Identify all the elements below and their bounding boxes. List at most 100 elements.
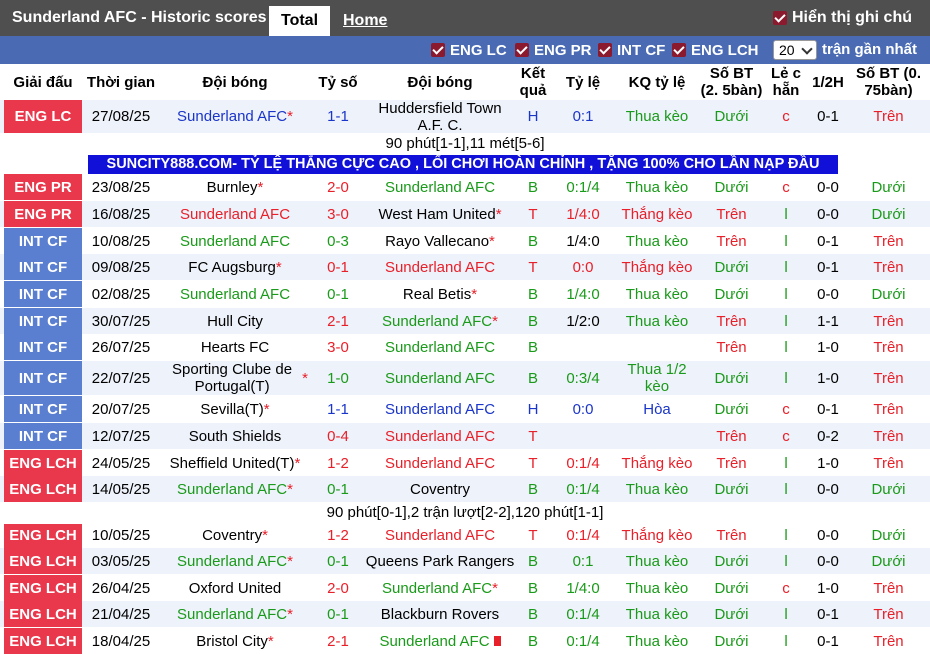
away-team[interactable]: Sunderland AFC xyxy=(366,361,514,395)
away-team[interactable]: Huddersfield Town A.F. C. xyxy=(366,100,514,134)
match-score[interactable]: 3-0 xyxy=(310,334,366,360)
checkbox-icon[interactable] xyxy=(598,43,612,57)
home-team[interactable]: Oxford United xyxy=(160,575,310,601)
home-team[interactable]: Sporting Clube de Portugal(T) * xyxy=(160,361,310,395)
checkbox-icon[interactable] xyxy=(515,43,529,57)
match-score[interactable]: 0-3 xyxy=(310,228,366,254)
match-score[interactable]: 1-1 xyxy=(310,100,366,133)
away-team[interactable]: Rayo Vallecano * xyxy=(366,228,514,254)
league-badge[interactable]: INT CF xyxy=(4,308,82,334)
league-badge[interactable]: ENG LCH xyxy=(4,628,82,654)
home-team[interactable]: Hull City xyxy=(160,308,310,334)
league-badge[interactable]: ENG LCH xyxy=(4,476,82,502)
league-badge[interactable]: ENG LCH xyxy=(4,601,82,627)
match-score[interactable]: 1-0 xyxy=(310,361,366,395)
away-team[interactable]: Coventry xyxy=(366,476,514,502)
match-score[interactable]: 2-1 xyxy=(310,628,366,654)
home-team[interactable]: Sevilla(T) * xyxy=(160,396,310,422)
goals-0-75: Trên xyxy=(873,312,904,330)
match-score[interactable]: 0-1 xyxy=(310,548,366,574)
away-team[interactable]: Sunderland AFC xyxy=(366,522,514,548)
match-score[interactable]: 2-1 xyxy=(310,308,366,334)
league-badge[interactable]: ENG PR xyxy=(4,174,82,200)
filter-eng-pr[interactable]: ENG PR xyxy=(515,36,592,64)
away-team[interactable]: Blackburn Rovers xyxy=(366,601,514,627)
league-badge[interactable]: INT CF xyxy=(4,228,82,254)
match-score[interactable]: 0-1 xyxy=(310,601,366,627)
checkbox-icon[interactable] xyxy=(773,11,787,25)
home-team[interactable]: Sunderland AFC * xyxy=(160,476,310,502)
league-badge[interactable]: ENG LCH xyxy=(4,450,82,476)
match-result: B xyxy=(527,579,538,597)
odds-result: Thắng kèo xyxy=(621,454,693,472)
tab-total[interactable]: Total xyxy=(269,6,330,36)
league-badge[interactable]: ENG LCH xyxy=(4,575,82,601)
league-badge[interactable]: ENG PR xyxy=(4,201,82,227)
odds-result: Thua kèo xyxy=(625,480,689,498)
match-date: 24/05/25 xyxy=(91,454,151,472)
match-score[interactable]: 1-2 xyxy=(310,450,366,476)
table-row: INT CF 12/07/25 South Shields 0-4 Sunderland… xyxy=(0,423,930,449)
home-team[interactable]: Sunderland AFC xyxy=(160,201,310,227)
filter-int-cf[interactable]: INT CF xyxy=(598,36,665,64)
away-team[interactable]: Sunderland AFC xyxy=(366,423,514,449)
match-score[interactable]: 0-1 xyxy=(310,476,366,502)
match-odds: 0:0 xyxy=(572,400,594,418)
home-team[interactable]: South Shields xyxy=(160,423,310,449)
filter-eng-lch[interactable]: ENG LCH xyxy=(672,36,759,64)
home-team[interactable]: Sheffield United(T) * xyxy=(160,450,310,476)
league-badge[interactable]: INT CF xyxy=(4,423,82,449)
away-team[interactable]: Sunderland AFC xyxy=(366,334,514,360)
ad-banner[interactable]: SUNCITY888.COM- TỶ LỆ THẮNG CỰC CAO , LỐ… xyxy=(88,155,838,174)
match-result: B xyxy=(527,480,538,498)
away-team[interactable]: Sunderland AFC xyxy=(366,396,514,422)
home-team[interactable]: Sunderland AFC xyxy=(160,281,310,307)
match-score[interactable]: 1-2 xyxy=(310,522,366,548)
checkbox-icon[interactable] xyxy=(431,43,445,57)
league-badge[interactable]: INT CF xyxy=(4,254,82,280)
away-team[interactable]: Real Betis * xyxy=(366,281,514,307)
match-score[interactable]: 0-4 xyxy=(310,423,366,449)
home-team[interactable]: Hearts FC xyxy=(160,334,310,360)
league-badge[interactable]: ENG LC xyxy=(4,100,82,133)
match-score[interactable]: 2-0 xyxy=(310,575,366,601)
tab-home[interactable]: Home xyxy=(343,6,387,36)
home-team[interactable]: Coventry * xyxy=(160,522,310,548)
league-badge[interactable]: INT CF xyxy=(4,334,82,360)
match-score[interactable]: 2-0 xyxy=(310,174,366,200)
odds-result: Hòa xyxy=(643,400,671,418)
home-team[interactable]: Sunderland AFC * xyxy=(160,548,310,574)
away-team[interactable]: Sunderland AFC xyxy=(366,450,514,476)
away-team[interactable]: Sunderland AFC xyxy=(366,254,514,280)
away-team[interactable]: Sunderland AFC * xyxy=(366,575,514,601)
favorite-marker-icon: * xyxy=(287,605,293,623)
show-notes-toggle[interactable]: Hiển thị ghi chú xyxy=(773,0,912,36)
match-score[interactable]: 0-1 xyxy=(310,254,366,280)
away-team[interactable]: Sunderland AFC * xyxy=(366,308,514,334)
league-badge[interactable]: INT CF xyxy=(4,361,82,395)
match-score[interactable]: 0-1 xyxy=(310,281,366,307)
away-team[interactable]: West Ham United * xyxy=(366,201,514,227)
match-score[interactable]: 1-1 xyxy=(310,396,366,422)
home-team[interactable]: FC Augsburg * xyxy=(160,254,310,280)
goals-2-5: Trên xyxy=(716,205,747,223)
match-score[interactable]: 3-0 xyxy=(310,201,366,227)
home-team[interactable]: Sunderland AFC * xyxy=(160,601,310,627)
filter-eng-lc[interactable]: ENG LC xyxy=(431,36,507,64)
home-team[interactable]: Burnley * xyxy=(160,174,310,200)
checkbox-icon[interactable] xyxy=(672,43,686,57)
away-team[interactable]: Queens Park Rangers xyxy=(366,548,514,574)
odds-result: Thắng kèo xyxy=(621,526,693,544)
match-count-select[interactable]: 20 xyxy=(773,40,817,60)
away-team[interactable]: Sunderland AFC xyxy=(366,628,514,654)
home-team[interactable]: Bristol City * xyxy=(160,628,310,654)
away-team[interactable]: Sunderland AFC xyxy=(366,174,514,200)
league-badge[interactable]: INT CF xyxy=(4,281,82,307)
half-time-score: 0-1 xyxy=(817,232,839,250)
league-badge[interactable]: ENG LCH xyxy=(4,522,82,548)
col-odds: Tỷ lệ xyxy=(565,73,601,91)
league-badge[interactable]: INT CF xyxy=(4,396,82,422)
home-team[interactable]: Sunderland AFC * xyxy=(160,100,310,133)
home-team[interactable]: Sunderland AFC xyxy=(160,228,310,254)
league-badge[interactable]: ENG LCH xyxy=(4,548,82,574)
